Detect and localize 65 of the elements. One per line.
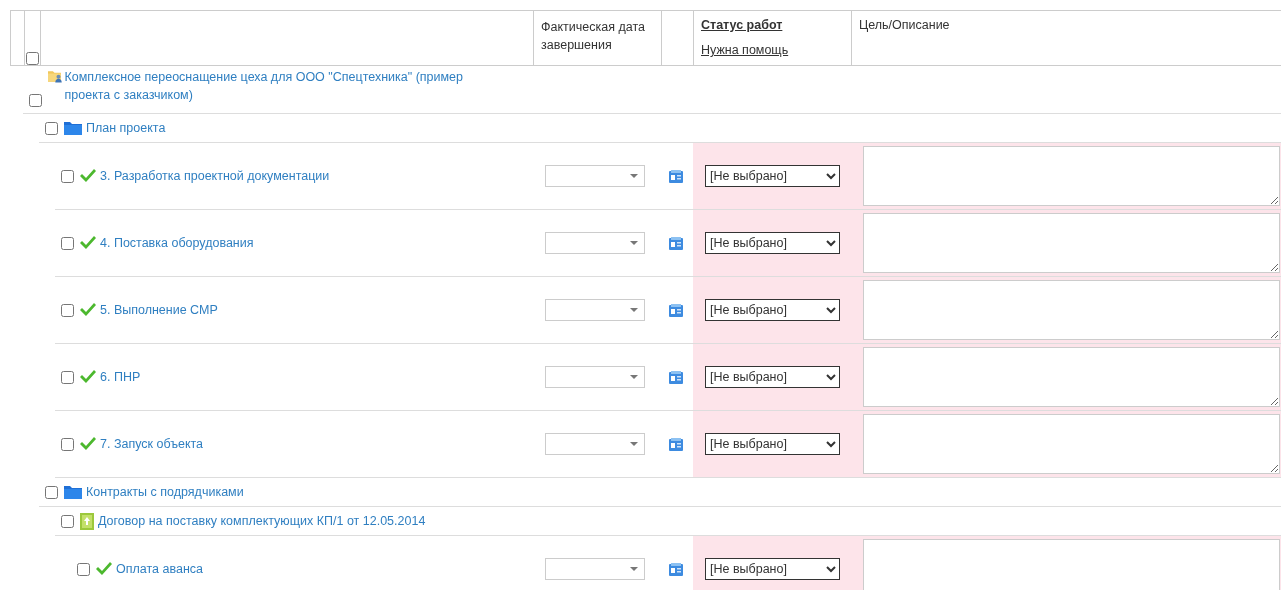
row-checkbox[interactable] [29, 94, 42, 107]
status-select[interactable]: [Не выбрано] [705, 433, 840, 455]
column-header: Цель/Описание [859, 18, 950, 32]
checkmark-icon [80, 303, 96, 317]
column-header: Фактическая дата завершения [541, 20, 645, 52]
row-checkbox[interactable] [61, 370, 74, 384]
status-select[interactable]: [Не выбрано] [705, 232, 840, 254]
status-select[interactable]: [Не выбрано] [705, 558, 840, 580]
row-checkbox[interactable] [61, 236, 74, 250]
tree-item-link[interactable]: Контракты с подрядчиками [86, 485, 244, 499]
task-link[interactable]: 6. ПНР [100, 370, 141, 384]
row-checkbox[interactable] [45, 485, 58, 499]
status-link[interactable]: Статус работ [701, 18, 783, 32]
status-select[interactable]: [Не выбрано] [705, 299, 840, 321]
task-link[interactable]: 7. Запуск объекта [100, 437, 204, 451]
date-field[interactable] [545, 433, 645, 455]
task-link[interactable]: 4. Поставка оборудования [100, 236, 254, 250]
caret-icon [630, 375, 638, 379]
row-checkbox[interactable] [61, 303, 74, 317]
checkmark-icon [80, 169, 96, 183]
description-field[interactable] [863, 414, 1280, 474]
row-checkbox[interactable] [77, 562, 90, 576]
description-field[interactable] [863, 280, 1280, 340]
checkmark-icon [80, 437, 96, 451]
date-field[interactable] [545, 558, 645, 580]
date-field[interactable] [545, 366, 645, 388]
card-icon[interactable] [669, 370, 683, 384]
select-all-checkbox[interactable] [26, 52, 39, 65]
caret-icon [630, 241, 638, 245]
tree-item-link[interactable]: Комплексное переоснащение цеха для ООО "Спецтехника" (пример проекта с заказчиком) [64, 68, 493, 104]
description-field[interactable] [863, 539, 1280, 590]
description-field[interactable] [863, 213, 1280, 273]
caret-icon [630, 567, 638, 571]
checkmark-icon [80, 236, 96, 250]
caret-icon [630, 442, 638, 446]
folder-icon [64, 121, 82, 135]
card-icon[interactable] [669, 236, 683, 250]
task-link[interactable]: 5. Выполнение СМР [100, 303, 218, 317]
tree-item-link[interactable]: Договор на поставку комплектующих КП/1 от 12.05.2014 [98, 514, 426, 528]
description-field[interactable] [863, 347, 1280, 407]
help-link[interactable]: Нужна помощь [701, 43, 789, 57]
tree-item-link[interactable]: План проекта [86, 121, 166, 135]
row-checkbox[interactable] [45, 121, 58, 135]
folder-icon [64, 485, 82, 499]
folder-person-icon [48, 68, 63, 84]
card-icon[interactable] [669, 562, 683, 576]
status-select[interactable]: [Не выбрано] [705, 165, 840, 187]
card-icon[interactable] [669, 303, 683, 317]
card-icon[interactable] [669, 437, 683, 451]
row-checkbox[interactable] [61, 169, 74, 183]
row-checkbox[interactable] [61, 514, 74, 528]
description-field[interactable] [863, 146, 1280, 206]
document-arrow-icon [80, 512, 94, 530]
row-checkbox[interactable] [61, 437, 74, 451]
date-field[interactable] [545, 299, 645, 321]
caret-icon [630, 308, 638, 312]
status-select[interactable]: [Не выбрано] [705, 366, 840, 388]
checkmark-icon [80, 370, 96, 384]
task-link[interactable]: 3. Разработка проектной документации [100, 169, 330, 183]
caret-icon [630, 174, 638, 178]
task-link[interactable]: Оплата аванса [116, 562, 203, 576]
date-field[interactable] [545, 232, 645, 254]
date-field[interactable] [545, 165, 645, 187]
checkmark-icon [96, 562, 112, 576]
card-icon[interactable] [669, 169, 683, 183]
